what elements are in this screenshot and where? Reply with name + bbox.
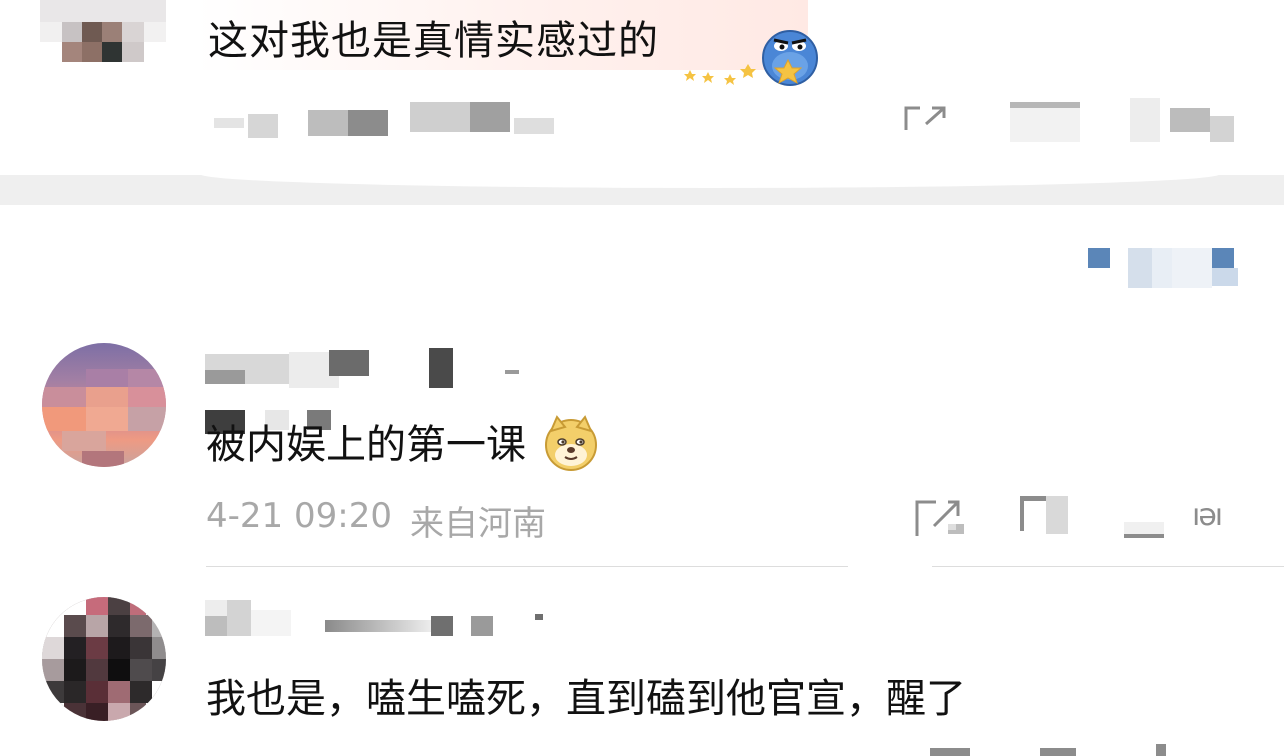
section-divider-shadow [200, 160, 1220, 188]
like-icon-obscured[interactable] [1120, 98, 1240, 144]
comment-divider [206, 566, 1284, 567]
comment-location: 来自河南 [410, 504, 546, 544]
like-icon-obscured[interactable]: ıǝı [1120, 498, 1242, 542]
comment-icon-obscured[interactable] [1010, 102, 1080, 142]
divider-gap [848, 560, 932, 572]
comment-text: 我也是，嗑生嗑死，直到磕到他官宣，醒了 [206, 676, 966, 722]
sort-toggle-obscured[interactable] [1088, 246, 1243, 288]
username-obscured[interactable] [205, 348, 525, 390]
comment-feed: 这对我也是真情实感过的 被内娱上的第一课 4-21 09:20 来自河南 ıǝı… [0, 0, 1284, 756]
comment-text: 这对我也是真情实感过的 [208, 18, 659, 64]
avatar[interactable] [42, 343, 166, 467]
stars-blob-sticker [680, 26, 825, 92]
avatar[interactable] [40, 0, 166, 62]
avatar[interactable] [42, 597, 166, 721]
doge-emoji [543, 415, 599, 471]
comment-time: 4-21 09:20 [206, 496, 392, 536]
comment-icon-obscured[interactable] [1020, 496, 1070, 536]
comment-meta-obscured [214, 98, 564, 142]
comment-meta-obscured [920, 744, 1180, 756]
share-icon[interactable] [914, 498, 966, 542]
username-obscured[interactable] [205, 600, 550, 638]
comment-text: 被内娱上的第一课 [206, 412, 599, 475]
share-icon[interactable] [904, 104, 948, 136]
